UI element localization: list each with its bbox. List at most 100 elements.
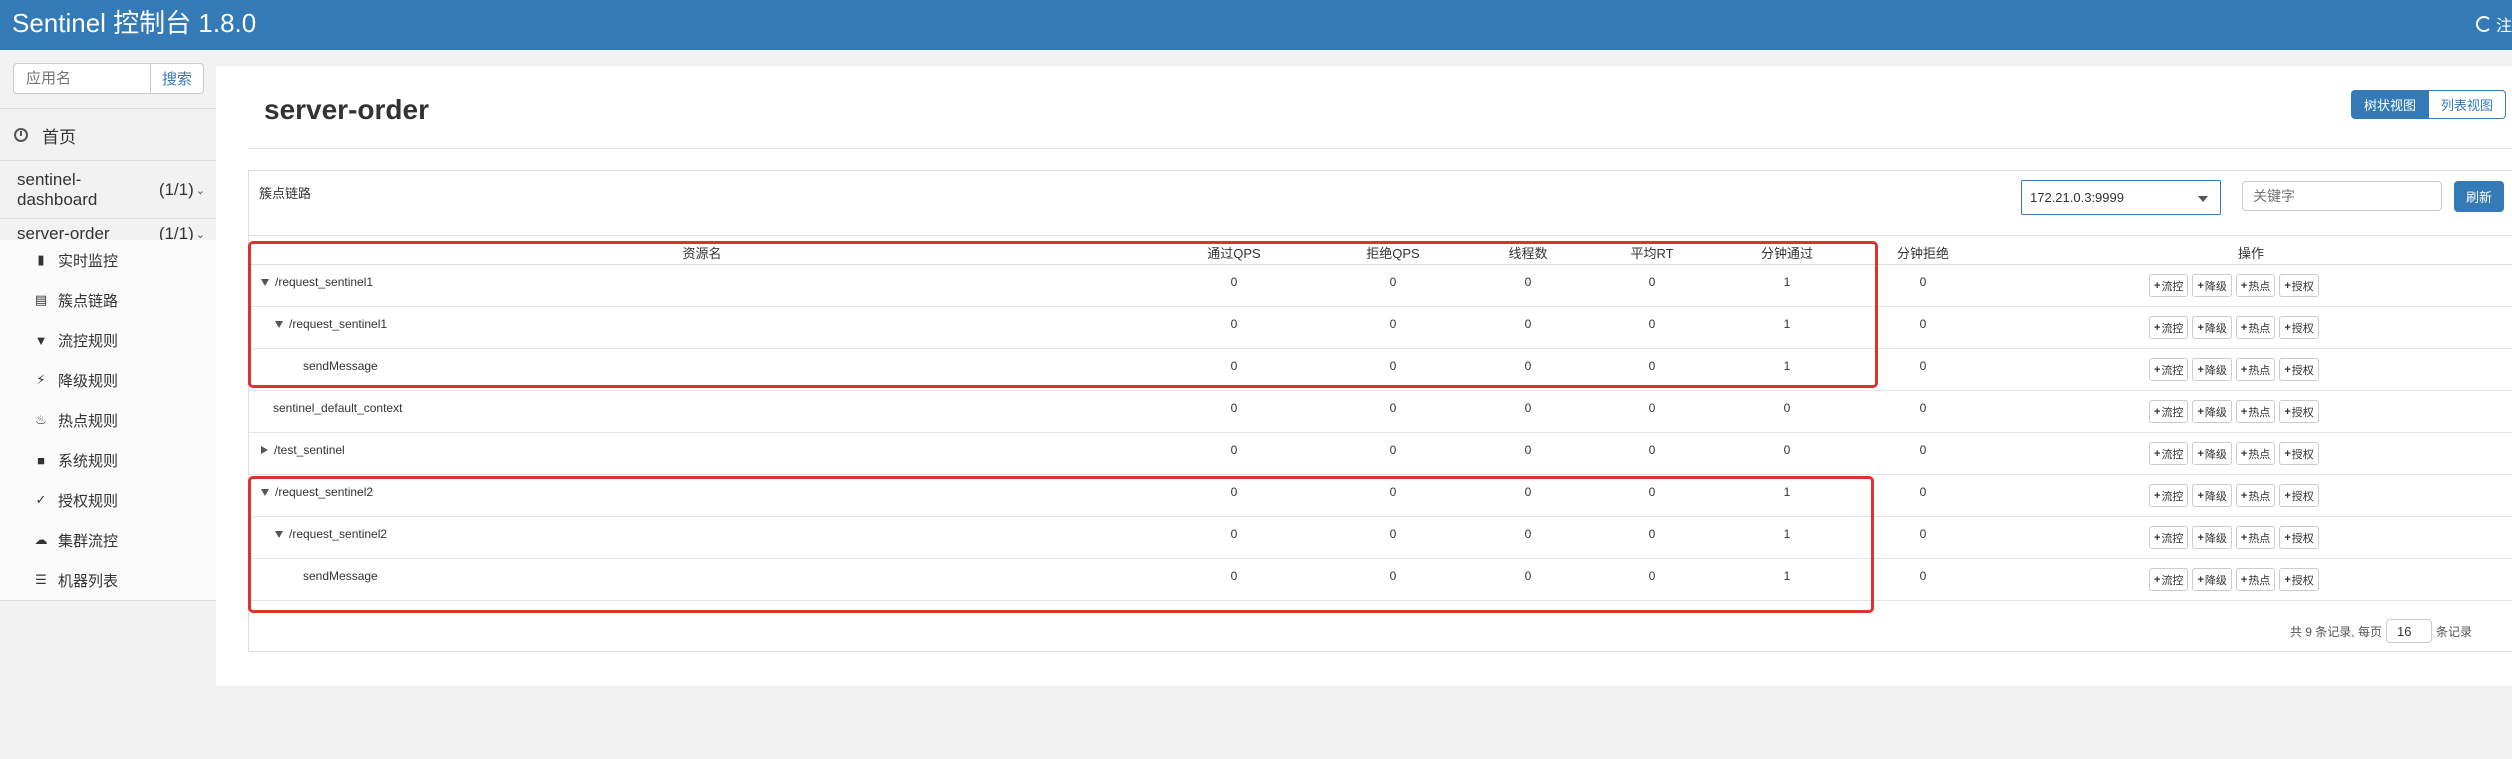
menu-item-authority-rules[interactable]: ✓ 授权规则 bbox=[0, 480, 216, 520]
pager-prefix: 共 9 条记录, 每页 bbox=[2289, 624, 2382, 639]
add-hotspot-rule-button[interactable]: + 热点 bbox=[2235, 484, 2276, 507]
action-label: 授权 bbox=[2291, 406, 2314, 419]
highlight-box-request-sentinel2 bbox=[248, 476, 1874, 613]
minute-pass-cell: 0 bbox=[1783, 443, 1791, 457]
add-hotspot-rule-button[interactable]: + 热点 bbox=[2235, 568, 2276, 591]
panel-title: 簇点链路 bbox=[259, 186, 312, 201]
add-flow-rule-button[interactable]: + 流控 bbox=[2149, 526, 2189, 549]
add-degrade-rule-button[interactable]: + 降级 bbox=[2192, 484, 2232, 507]
add-flow-rule-button[interactable]: + 流控 bbox=[2149, 358, 2189, 381]
menu-item-degrade-rules[interactable]: ⚡ 降级规则 bbox=[0, 360, 216, 400]
action-label: 授权 bbox=[2291, 574, 2314, 587]
minute-block-cell: 0 bbox=[1919, 275, 1927, 289]
add-authority-rule-button[interactable]: + 授权 bbox=[2279, 316, 2319, 339]
add-hotspot-rule-button[interactable]: + 热点 bbox=[2235, 316, 2276, 339]
add-flow-rule-button[interactable]: + 流控 bbox=[2149, 274, 2189, 297]
tree-view-button[interactable]: 树状视图 bbox=[2351, 90, 2430, 119]
action-label: 降级 bbox=[2204, 532, 2227, 545]
view-toggle: 树状视图 列表视图 bbox=[2351, 90, 2507, 119]
menu-item-hotspot-rules[interactable]: ♨ 热点规则 bbox=[0, 400, 216, 440]
machine-select[interactable]: 172.21.0.3:9999 bbox=[2021, 180, 2221, 215]
add-hotspot-rule-button[interactable]: + 热点 bbox=[2235, 358, 2276, 381]
plus-icon: + bbox=[2240, 531, 2248, 544]
plus-icon: + bbox=[2240, 321, 2248, 334]
refresh-button[interactable]: 刷新 bbox=[2454, 181, 2504, 212]
menu-item-system-rules[interactable]: ■ 系统规则 bbox=[0, 440, 216, 480]
chevron-down-icon: ⌄ bbox=[195, 184, 205, 197]
add-flow-rule-button[interactable]: + 流控 bbox=[2149, 484, 2189, 507]
action-label: 热点 bbox=[2248, 364, 2271, 377]
add-authority-rule-button[interactable]: + 授权 bbox=[2279, 526, 2319, 549]
menu-label: 降级规则 bbox=[58, 372, 119, 390]
add-degrade-rule-button[interactable]: + 降级 bbox=[2192, 568, 2232, 591]
add-flow-rule-button[interactable]: + 流控 bbox=[2149, 568, 2189, 591]
app-search-input[interactable] bbox=[13, 63, 151, 94]
thread-count-cell: 0 bbox=[1524, 401, 1532, 415]
app-submenu: ▮ 实时监控 ▤ 簇点链路 ▼ 流控规则 ⚡ 降级规则 ♨ 热点规则 ■ 系统规则 ✓ 授权规… bbox=[0, 240, 216, 600]
action-label: 降级 bbox=[2204, 322, 2227, 335]
minute-block-cell: 0 bbox=[1919, 527, 1927, 541]
row-actions: + 流控 + 降级 + 热点 + 授权 bbox=[2149, 358, 2319, 381]
cloud-icon: ☁ bbox=[34, 532, 48, 547]
action-label: 降级 bbox=[2204, 490, 2227, 503]
check-circle-icon: ✓ bbox=[35, 492, 47, 507]
action-label: 热点 bbox=[2248, 322, 2271, 335]
logout-icon bbox=[2475, 16, 2492, 32]
resource-name: /test_sentinel bbox=[274, 443, 345, 457]
plus-icon: + bbox=[2197, 321, 2204, 334]
add-authority-rule-button[interactable]: + 授权 bbox=[2279, 358, 2319, 381]
add-flow-rule-button[interactable]: + 流控 bbox=[2149, 400, 2189, 423]
add-authority-rule-button[interactable]: + 授权 bbox=[2279, 484, 2319, 507]
resource-name-cell: sentinel_default_context bbox=[273, 401, 402, 415]
add-degrade-rule-button[interactable]: + 降级 bbox=[2192, 526, 2232, 549]
plus-icon: + bbox=[2197, 489, 2204, 502]
add-hotspot-rule-button[interactable]: + 热点 bbox=[2235, 400, 2276, 423]
add-degrade-rule-button[interactable]: + 降级 bbox=[2192, 274, 2232, 297]
action-label: 流控 bbox=[2161, 364, 2184, 377]
add-hotspot-rule-button[interactable]: + 热点 bbox=[2235, 442, 2276, 465]
app-search-button[interactable]: 搜索 bbox=[151, 63, 204, 94]
page-size-input[interactable]: 16 bbox=[2385, 619, 2432, 643]
add-hotspot-rule-button[interactable]: + 热点 bbox=[2235, 274, 2276, 297]
list-view-button[interactable]: 列表视图 bbox=[2429, 90, 2507, 119]
brand-title[interactable]: Sentinel 控制台 1.8.0 bbox=[12, 6, 256, 40]
sidebar-item-home[interactable]: 首页 bbox=[14, 120, 76, 150]
add-authority-rule-button[interactable]: + 授权 bbox=[2279, 274, 2319, 297]
action-label: 流控 bbox=[2161, 532, 2184, 545]
menu-label: 授权规则 bbox=[58, 492, 119, 510]
add-flow-rule-button[interactable]: + 流控 bbox=[2149, 442, 2189, 465]
add-flow-rule-button[interactable]: + 流控 bbox=[2149, 316, 2189, 339]
menu-item-cluster-flow[interactable]: ☁ 集群流控 bbox=[0, 520, 216, 560]
add-degrade-rule-button[interactable]: + 降级 bbox=[2192, 400, 2232, 423]
add-hotspot-rule-button[interactable]: + 热点 bbox=[2235, 526, 2276, 549]
plus-icon: + bbox=[2154, 489, 2161, 502]
action-label: 降级 bbox=[2204, 448, 2227, 461]
block-qps-cell: 0 bbox=[1389, 443, 1397, 457]
menu-item-resource-chain[interactable]: ▤ 簇点链路 bbox=[0, 280, 216, 320]
add-degrade-rule-button[interactable]: + 降级 bbox=[2192, 442, 2232, 465]
fire-icon: ♨ bbox=[35, 412, 47, 427]
menu-label: 流控规则 bbox=[58, 332, 119, 350]
add-authority-rule-button[interactable]: + 授权 bbox=[2279, 568, 2319, 591]
add-authority-rule-button[interactable]: + 授权 bbox=[2279, 442, 2319, 465]
add-degrade-rule-button[interactable]: + 降级 bbox=[2192, 316, 2232, 339]
menu-item-flow-rules[interactable]: ▼ 流控规则 bbox=[0, 320, 216, 360]
plus-icon: + bbox=[2240, 279, 2248, 292]
logout-link[interactable]: 注 bbox=[2475, 12, 2512, 36]
action-label: 降级 bbox=[2204, 364, 2227, 377]
action-label: 热点 bbox=[2248, 406, 2271, 419]
menu-item-machine-list[interactable]: ☰ 机器列表 bbox=[0, 560, 216, 600]
avg-rt-cell: 0 bbox=[1648, 443, 1656, 457]
plus-icon: + bbox=[2240, 447, 2248, 460]
action-label: 降级 bbox=[2204, 406, 2227, 419]
add-degrade-rule-button[interactable]: + 降级 bbox=[2192, 358, 2232, 381]
caret-right-icon[interactable] bbox=[261, 446, 268, 454]
row-actions: + 流控 + 降级 + 热点 + 授权 bbox=[2149, 568, 2319, 591]
sidebar-app-sentinel-dashboard[interactable]: sentinel-dashboard (1/1) ⌄ bbox=[17, 170, 205, 209]
keyword-input[interactable] bbox=[2242, 181, 2442, 211]
menu-item-realtime-monitor[interactable]: ▮ 实时监控 bbox=[0, 240, 216, 280]
chevron-down-icon: ⌄ bbox=[195, 228, 205, 241]
avg-rt-cell: 0 bbox=[1648, 401, 1656, 415]
add-authority-rule-button[interactable]: + 授权 bbox=[2279, 400, 2319, 423]
sidebar-divider bbox=[0, 600, 216, 601]
